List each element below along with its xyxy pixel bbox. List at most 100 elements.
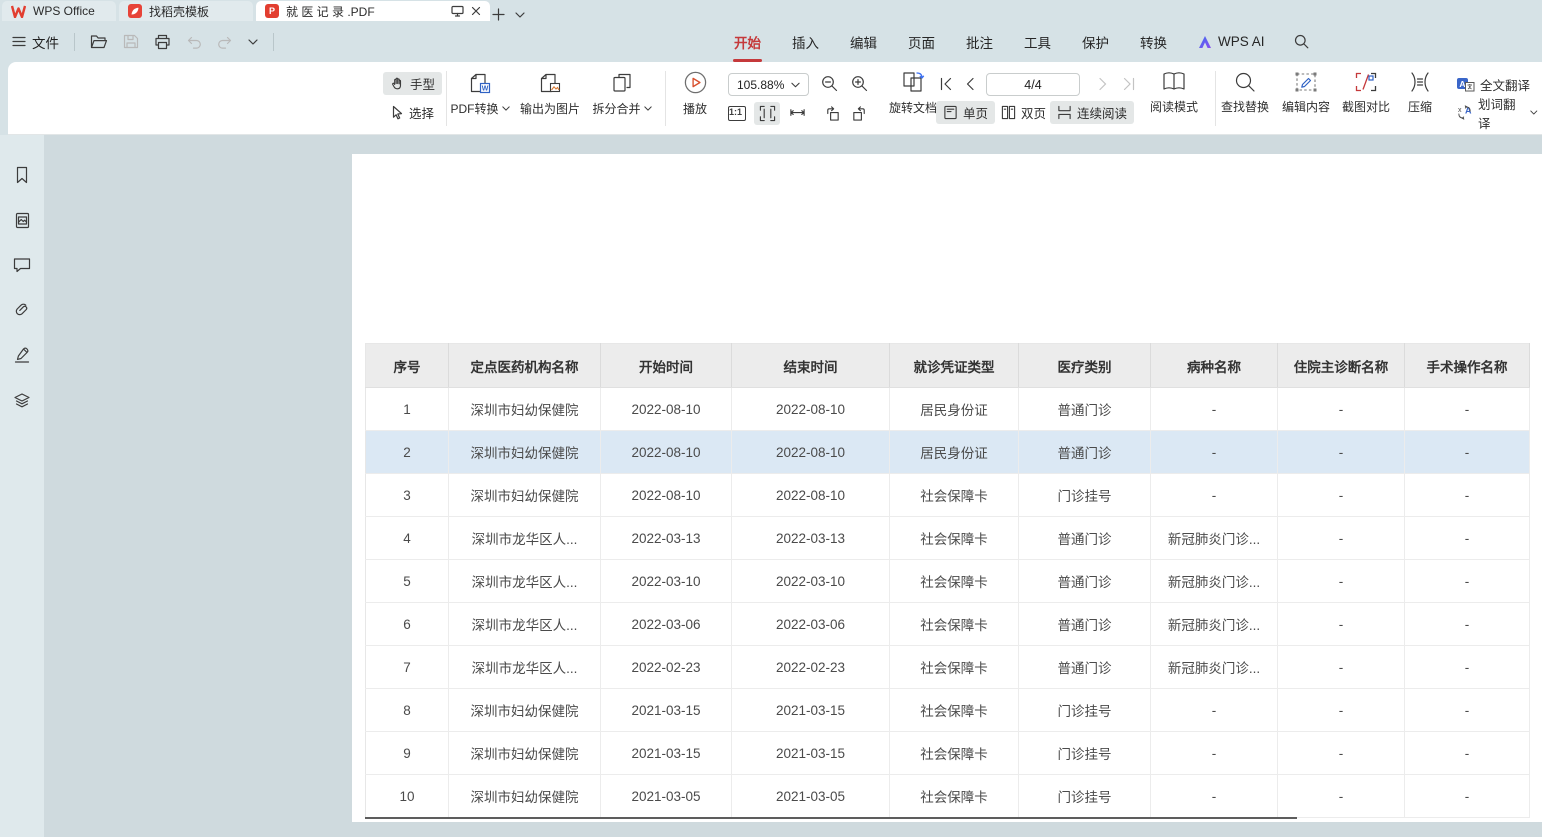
continuous-reading-button[interactable]: 连续阅读 [1050,101,1134,124]
zoom-in-icon [851,75,868,92]
menu-tab-page[interactable]: 页面 [907,32,936,52]
attachment-icon[interactable] [10,298,34,322]
table-cell: 社会保障卡 [890,646,1019,689]
table-cell: - [1278,732,1405,775]
tab-wps-home[interactable]: WPS Office [2,1,116,21]
word-translate-label: 划词翻译 [1478,94,1525,132]
fit-width-button[interactable] [784,102,810,125]
page-number-input[interactable]: 4/4 [986,73,1080,96]
hand-tool-button[interactable]: 手型 [383,72,442,95]
quick-access-chevron-icon[interactable] [248,39,258,45]
table-cell: - [1405,388,1530,431]
signature-icon[interactable] [10,343,34,367]
next-page-button[interactable] [1092,74,1114,94]
first-page-button[interactable] [935,74,957,94]
table-row: 1深圳市妇幼保健院2022-08-102022-08-10居民身份证普通门诊--… [366,388,1530,431]
menu-tab-protect[interactable]: 保护 [1081,32,1110,52]
column-header: 序号 [366,344,449,388]
table-cell: 2021-03-05 [732,775,890,818]
cursor-icon [390,105,404,120]
save-icon[interactable] [123,34,139,49]
menu-tab-home[interactable]: 开始 [733,32,762,52]
column-header: 病种名称 [1151,344,1278,388]
previous-page-button[interactable] [959,74,981,94]
table-cell: 3 [366,474,449,517]
select-tool-button[interactable]: 选择 [383,101,441,124]
zoom-level-select[interactable]: 105.88% [728,73,809,96]
redo-icon[interactable] [217,35,233,49]
table-cell: 2022-08-10 [732,474,890,517]
table-cell: 深圳市龙华区人... [449,560,601,603]
split-merge-button[interactable]: 拆分合并 [586,71,658,117]
menu-tab-convert[interactable]: 转换 [1139,32,1168,52]
rotate-left-button[interactable] [819,102,845,125]
compress-button[interactable]: 压缩 [1398,71,1442,115]
menu-tab-edit[interactable]: 编辑 [849,32,878,52]
hand-tool-label: 手型 [410,74,435,93]
new-tab-icon[interactable] [492,8,505,21]
zoom-out-button[interactable] [816,72,842,95]
actual-size-button[interactable]: 1:1 [724,102,750,125]
ribbon-toolbar: 手型 选择 W PDF转换 输 [8,62,1542,135]
menu-tab-tools[interactable]: 工具 [1023,32,1052,52]
table-cell: 深圳市妇幼保健院 [449,388,601,431]
zoom-in-button[interactable] [846,72,872,95]
menu-tab-comment[interactable]: 批注 [965,32,994,52]
tab-list-chevron-icon[interactable] [515,12,525,18]
open-file-icon[interactable] [90,34,108,49]
table-cell: 新冠肺炎门诊... [1151,646,1278,689]
screen-cast-icon[interactable] [451,5,464,17]
page-number-value: 4/4 [1024,78,1041,92]
document-area: 序号定点医药机构名称开始时间结束时间就诊凭证类型医疗类别病种名称住院主诊断名称手… [0,135,1542,837]
table-cell: 深圳市龙华区人... [449,603,601,646]
last-page-icon [1122,77,1136,91]
read-mode-button[interactable]: 阅读模式 [1142,70,1206,115]
table-cell: 2021-03-15 [601,732,732,775]
edit-content-button[interactable]: 编辑内容 [1274,71,1338,115]
fit-page-button[interactable] [754,102,780,125]
table-row: 8深圳市妇幼保健院2021-03-152021-03-15社会保障卡门诊挂号--… [366,689,1530,732]
document-tab-title: 就 医 记 录 .PDF [286,3,444,20]
continuous-reading-icon [1057,105,1072,120]
table-cell: 社会保障卡 [890,775,1019,818]
rotate-right-button[interactable] [846,102,872,125]
export-as-image-button[interactable]: 输出为图片 [514,71,586,117]
word-translate-button[interactable]: x A 划词翻译 [1452,101,1542,124]
thumbnail-icon[interactable] [10,208,34,232]
records-table-body: 1深圳市妇幼保健院2022-08-102022-08-10居民身份证普通门诊--… [366,388,1530,818]
find-replace-button[interactable]: 查找替换 [1213,71,1277,115]
file-menu-button[interactable]: 文件 [12,32,59,52]
print-icon[interactable] [154,34,171,50]
last-page-button[interactable] [1118,74,1140,94]
table-cell: 普通门诊 [1019,646,1151,689]
divider [665,71,666,126]
table-cell: - [1405,603,1530,646]
table-cell: 6 [366,603,449,646]
table-header-row: 序号定点医药机构名称开始时间结束时间就诊凭证类型医疗类别病种名称住院主诊断名称手… [366,344,1530,388]
comment-icon[interactable] [10,253,34,277]
search-icon[interactable] [1294,34,1309,49]
select-tool-label: 选择 [409,103,434,122]
close-tab-icon[interactable] [471,6,481,16]
wps-logo-icon [11,5,26,18]
tab-docer-templates[interactable]: 找稻壳模板 [119,1,253,21]
table-cell: 社会保障卡 [890,689,1019,732]
table-cell: 2022-02-23 [732,646,890,689]
play-button[interactable]: 播放 [671,70,719,117]
layers-icon[interactable] [10,388,34,412]
tab-document-pdf[interactable]: P 就 医 记 录 .PDF [256,1,490,21]
wps-ai-icon [1197,35,1213,49]
menu-tab-wps-ai[interactable]: WPS AI [1197,34,1265,49]
table-cell: - [1278,560,1405,603]
single-page-view-button[interactable]: 单页 [936,101,995,124]
undo-icon[interactable] [186,35,202,49]
table-cell: - [1278,603,1405,646]
bookmark-icon[interactable] [10,163,34,187]
pdf-convert-button[interactable]: W PDF转换 [444,71,516,117]
pdf-page[interactable]: 序号定点医药机构名称开始时间结束时间就诊凭证类型医疗类别病种名称住院主诊断名称手… [352,154,1542,822]
screenshot-compare-button[interactable]: 截图对比 [1334,71,1398,115]
menu-tab-insert[interactable]: 插入 [791,32,820,52]
table-cell: - [1405,517,1530,560]
find-replace-icon [1234,71,1256,93]
word-translate-icon: x A [1456,104,1473,121]
